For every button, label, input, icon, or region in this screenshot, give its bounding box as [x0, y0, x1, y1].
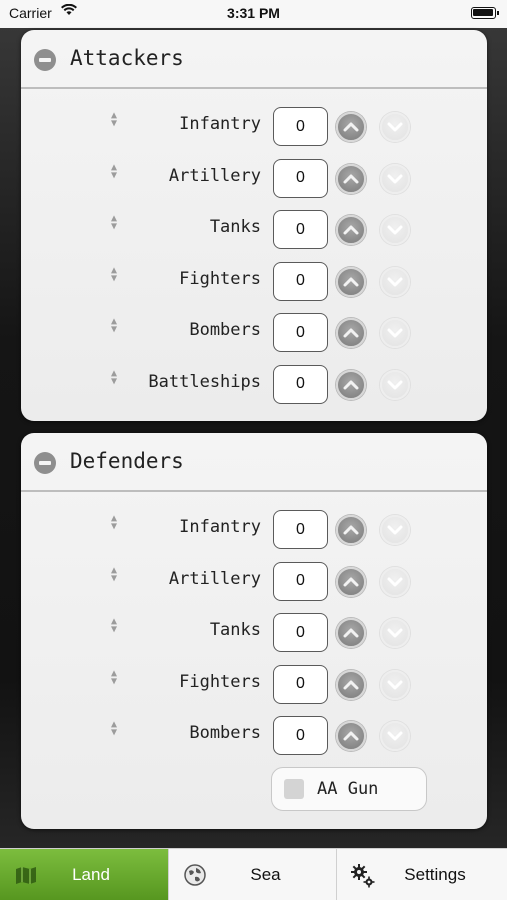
increment-button[interactable]	[336, 721, 366, 751]
decrement-button[interactable]	[380, 369, 410, 400]
decrement-button[interactable]	[380, 215, 410, 245]
unit-count-field[interactable]: 0	[273, 158, 328, 198]
unit-label: Infantry	[179, 517, 261, 537]
increment-button[interactable]	[336, 318, 366, 348]
tab-bar: Land Sea Settings	[0, 848, 507, 900]
unit-label: Bombers	[189, 320, 261, 340]
unit-count-field[interactable]: 0	[273, 210, 328, 249]
unit-label: Battleships	[148, 371, 261, 392]
decrement-button[interactable]	[380, 266, 410, 297]
decrement-button[interactable]	[380, 566, 410, 597]
unit-label: Tanks	[209, 217, 261, 237]
unit-count-field[interactable]: 0	[273, 716, 328, 755]
increment-button[interactable]	[336, 618, 366, 648]
increment-button[interactable]	[336, 566, 366, 597]
unit-label: Fighters	[179, 671, 261, 692]
defenders-header[interactable]: Defenders	[21, 433, 487, 492]
status-bar: Carrier 3:31 PM	[0, 0, 507, 28]
battery-icon	[471, 7, 499, 19]
decrement-button[interactable]	[380, 515, 410, 545]
unit-row: ▲ ▼ Artillery 0	[21, 158, 487, 201]
tab-land-label: Land	[72, 865, 110, 884]
decrement-button[interactable]	[380, 669, 410, 700]
attackers-title: Attackers	[70, 46, 184, 70]
reorder-handle-icon[interactable]: ▲ ▼	[108, 265, 120, 283]
increment-button[interactable]	[336, 215, 366, 245]
increment-button[interactable]	[336, 515, 366, 545]
unit-count-field[interactable]: 0	[273, 510, 328, 549]
tab-sea-label: Sea	[250, 865, 281, 884]
unit-count-field[interactable]: 0	[273, 613, 328, 652]
unit-row: ▲ ▼ Bombers 0	[21, 716, 487, 758]
tab-sea[interactable]: Sea	[169, 849, 337, 900]
unit-row: ▲ ▼ Infantry 0	[21, 510, 487, 552]
unit-row: ▲ ▼ Infantry 0	[21, 107, 487, 149]
unit-count-field[interactable]: 0	[273, 364, 328, 404]
increment-button[interactable]	[336, 266, 366, 297]
collapse-icon[interactable]	[34, 49, 56, 71]
unit-row: ▲ ▼ Fighters 0	[21, 261, 487, 304]
aa-gun-label: AA Gun	[317, 779, 379, 799]
defenders-title: Defenders	[70, 449, 184, 473]
aa-gun-toggle[interactable]: AA Gun	[271, 767, 427, 811]
unit-row: ▲ ▼ Tanks 0	[21, 613, 487, 655]
tab-land[interactable]: Land	[0, 849, 169, 900]
unit-row: ▲ ▼ Bombers 0	[21, 313, 487, 355]
defenders-panel: Defenders ▲ ▼ Infantry 0 ▲ ▼ Artillery 0 ▲ ▼ Tanks…	[21, 433, 487, 829]
decrement-button[interactable]	[380, 318, 410, 348]
tab-settings[interactable]: Settings	[337, 849, 507, 900]
collapse-icon[interactable]	[34, 452, 56, 474]
increment-button[interactable]	[336, 163, 366, 194]
increment-button[interactable]	[336, 369, 366, 400]
unit-label: Bombers	[189, 723, 261, 743]
unit-row: ▲ ▼ Tanks 0	[21, 210, 487, 252]
reorder-handle-icon[interactable]: ▲ ▼	[108, 668, 120, 686]
reorder-handle-icon[interactable]: ▲ ▼	[108, 368, 120, 386]
reorder-handle-icon[interactable]: ▲ ▼	[108, 720, 120, 738]
unit-label: Artillery	[168, 165, 261, 186]
aa-gun-checkbox[interactable]	[284, 779, 304, 799]
decrement-button[interactable]	[380, 112, 410, 142]
unit-label: Tanks	[209, 620, 261, 640]
unit-count-field[interactable]: 0	[273, 561, 328, 601]
reorder-handle-icon[interactable]: ▲ ▼	[108, 317, 120, 335]
unit-count-field[interactable]: 0	[273, 261, 328, 301]
decrement-button[interactable]	[380, 163, 410, 194]
clock: 3:31 PM	[227, 5, 280, 21]
unit-row: ▲ ▼ Artillery 0	[21, 561, 487, 604]
unit-label: Fighters	[179, 268, 261, 289]
reorder-handle-icon[interactable]: ▲ ▼	[108, 617, 120, 635]
reorder-handle-icon[interactable]: ▲ ▼	[108, 111, 120, 129]
reorder-handle-icon[interactable]: ▲ ▼	[108, 565, 120, 583]
unit-label: Artillery	[168, 568, 261, 589]
tab-settings-label: Settings	[404, 865, 466, 884]
reorder-handle-icon[interactable]: ▲ ▼	[108, 162, 120, 180]
increment-button[interactable]	[336, 669, 366, 700]
reorder-handle-icon[interactable]: ▲ ▼	[108, 214, 120, 232]
unit-row: ▲ ▼ Fighters 0	[21, 664, 487, 707]
increment-button[interactable]	[336, 112, 366, 142]
reorder-handle-icon[interactable]: ▲ ▼	[108, 514, 120, 532]
unit-count-field[interactable]: 0	[273, 664, 328, 704]
decrement-button[interactable]	[380, 618, 410, 648]
unit-row: ▲ ▼ Battleships 0	[21, 364, 487, 407]
unit-count-field[interactable]: 0	[273, 107, 328, 146]
unit-label: Infantry	[179, 114, 261, 134]
attackers-header[interactable]: Attackers	[21, 30, 487, 89]
attackers-panel: Attackers ▲ ▼ Infantry 0 ▲ ▼ Artillery 0 ▲ ▼ Tanks…	[21, 30, 487, 421]
unit-count-field[interactable]: 0	[273, 313, 328, 352]
decrement-button[interactable]	[380, 721, 410, 751]
